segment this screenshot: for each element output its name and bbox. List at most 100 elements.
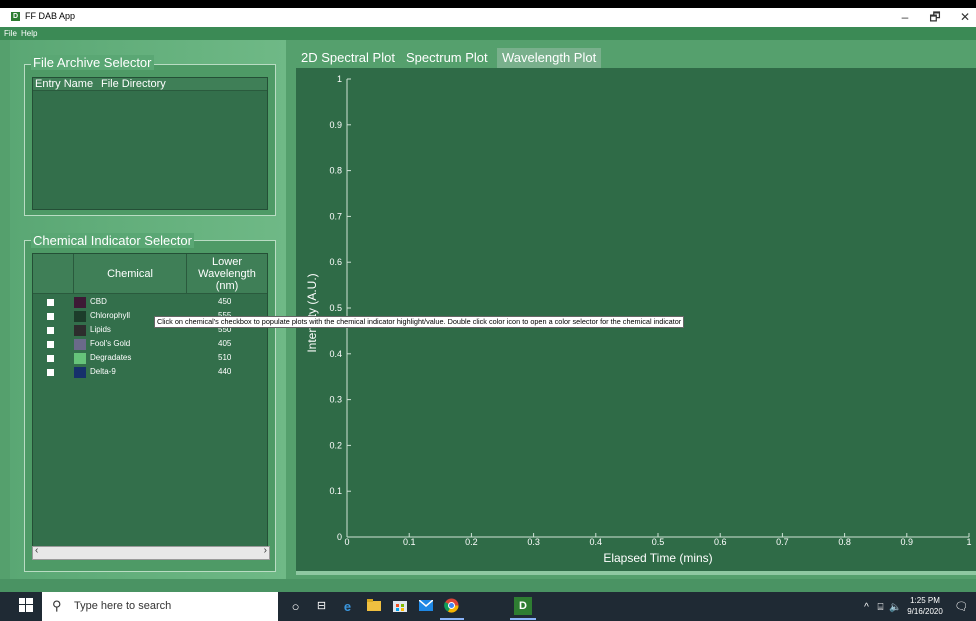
tab-spectrum-plot[interactable]: Spectrum Plot (401, 48, 493, 68)
scroll-left-icon[interactable]: ‹ (35, 545, 38, 556)
color-swatch[interactable] (74, 297, 86, 308)
tab-2d-spectral-plot[interactable]: 2D Spectral Plot (296, 48, 400, 68)
edge-icon[interactable]: e (339, 598, 356, 615)
chemical-indicator-table[interactable]: Chemical Lower Wavelength (nm) CBD 450 C… (32, 253, 268, 548)
plot-bottom-border (296, 571, 976, 575)
color-swatch[interactable] (74, 339, 86, 350)
y-tick-label: 0.7 (329, 211, 342, 221)
row-checkbox[interactable] (47, 327, 54, 334)
color-swatch[interactable] (74, 353, 86, 364)
header-wavelength-label: Wavelength (198, 268, 256, 280)
top-strip (0, 0, 976, 8)
plot-tabs: 2D Spectral Plot Spectrum Plot Wavelengt… (296, 48, 976, 68)
y-tick-label: 0 (337, 532, 342, 542)
y-axis-label: Intensity (A.U.) (305, 273, 319, 352)
active-app-indicator (510, 618, 536, 620)
header-unit-label: (nm) (215, 280, 239, 292)
y-tick-label: 0.1 (329, 486, 342, 496)
app-icon: D (11, 12, 20, 21)
table-row[interactable]: Fool's Gold 405 (33, 338, 265, 352)
y-tick-label: 0.4 (329, 349, 342, 359)
row-chemical-name: Degradates (90, 353, 132, 362)
x-tick-label: 0.7 (776, 537, 789, 547)
row-chemical-name: CBD (90, 297, 107, 306)
column-file-directory[interactable]: File Directory (101, 78, 166, 90)
y-tick-label: 0.6 (329, 257, 342, 267)
tab-wavelength-plot[interactable]: Wavelength Plot (497, 48, 602, 68)
x-tick-label: 0 (344, 537, 349, 547)
table-row[interactable]: Degradates 510 (33, 352, 265, 366)
x-axis-label: Elapsed Time (mins) (603, 551, 712, 565)
row-chemical-name: Fool's Gold (90, 339, 131, 348)
clock-time: 1:25 PM (910, 596, 940, 605)
x-tick-label: 0.2 (465, 537, 478, 547)
menu-help[interactable]: Help (21, 27, 37, 40)
x-tick-label: 1 (966, 537, 971, 547)
chrome-icon[interactable] (443, 598, 460, 615)
x-tick-label: 0.8 (838, 537, 851, 547)
row-wavelength: 510 (218, 353, 232, 362)
y-tick-label: 1 (337, 74, 342, 84)
y-tick-label: 0.5 (329, 303, 342, 313)
mail-icon[interactable] (417, 598, 434, 615)
status-bar (0, 579, 976, 592)
file-archive-header: Entry Name File Directory (33, 78, 267, 91)
y-tick-label: 0.9 (329, 120, 342, 130)
file-archive-list[interactable]: Entry Name File Directory (32, 77, 268, 210)
row-chemical-name: Delta-9 (90, 367, 116, 376)
windows-start-icon[interactable] (17, 598, 34, 615)
menu-bar: File Help (0, 27, 976, 40)
taskbar-clock[interactable]: 1:25 PM 9/16/2020 (900, 595, 950, 617)
file-archive-title: File Archive Selector (31, 55, 154, 70)
window-title: FF DAB App (25, 11, 76, 21)
header-lower-wavelength[interactable]: Lower Wavelength (nm) (187, 254, 267, 294)
color-swatch[interactable] (74, 367, 86, 378)
x-tick-label: 0.3 (527, 537, 540, 547)
notifications-icon[interactable]: 🗨 (953, 599, 970, 616)
y-tick-label: 0.3 (329, 395, 342, 405)
x-tick-label: 0.9 (901, 537, 914, 547)
color-swatch[interactable] (74, 311, 86, 322)
x-tick-label: 0.1 (403, 537, 416, 547)
x-tick-label: 0.6 (714, 537, 727, 547)
store-icon[interactable] (391, 598, 408, 615)
close-button[interactable]: ✕ (950, 9, 976, 26)
ff-dab-app-taskbar-icon[interactable]: D (514, 597, 532, 615)
row-wavelength: 450 (218, 297, 232, 306)
row-checkbox[interactable] (47, 341, 54, 348)
horizontal-scrollbar[interactable]: ‹ › (32, 545, 270, 560)
x-tick-label: 0.4 (590, 537, 603, 547)
chemical-indicator-title: Chemical Indicator Selector (31, 233, 194, 248)
taskbar-search[interactable]: ⚲ Type here to search (42, 592, 278, 621)
menu-file[interactable]: File (4, 27, 17, 40)
row-checkbox[interactable] (47, 355, 54, 362)
row-checkbox[interactable] (47, 369, 54, 376)
file-explorer-icon[interactable] (365, 598, 382, 615)
tooltip: Click on chemical's checkbox to populate… (154, 316, 685, 328)
search-icon: ⚲ (52, 598, 62, 613)
color-swatch[interactable] (74, 325, 86, 336)
task-view-icon[interactable]: ⊟ (313, 598, 330, 615)
y-tick-label: 0.8 (329, 166, 342, 176)
row-checkbox[interactable] (47, 299, 54, 306)
row-chemical-name: Chlorophyll (90, 311, 131, 320)
clock-date: 9/16/2020 (907, 607, 943, 616)
restore-button[interactable]: 🗗 (920, 9, 950, 26)
header-chemical[interactable]: Chemical (74, 254, 187, 294)
table-row[interactable]: CBD 450 (33, 296, 265, 310)
y-tick-label: 0.2 (329, 440, 342, 450)
x-tick-label: 0.5 (652, 537, 665, 547)
column-entry-name[interactable]: Entry Name (35, 78, 93, 90)
title-bar (0, 8, 976, 27)
table-row[interactable]: Delta-9 440 (33, 366, 265, 380)
minimize-button[interactable]: – (890, 9, 920, 26)
header-lower-label: Lower (212, 256, 242, 268)
row-wavelength: 405 (218, 339, 232, 348)
row-chemical-name: Lipids (90, 325, 111, 334)
cortana-icon[interactable]: ○ (287, 598, 304, 615)
scroll-right-icon[interactable]: › (264, 545, 267, 556)
open-app-indicator (440, 618, 464, 620)
row-checkbox[interactable] (47, 313, 54, 320)
row-wavelength: 440 (218, 367, 232, 376)
search-input[interactable]: Type here to search (74, 600, 171, 612)
